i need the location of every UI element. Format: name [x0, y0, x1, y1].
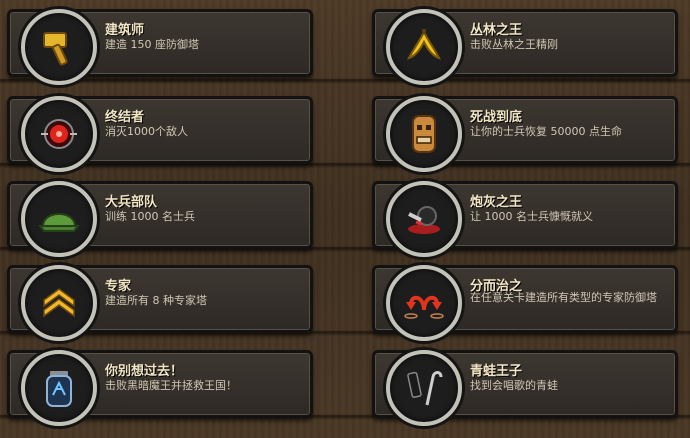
achievement-medal [386, 350, 462, 426]
achievement-card-you-shall-not-pass[interactable]: 你别想过去！ 击败黑暗魔王并拯救王国！ [7, 350, 313, 426]
achievement-medal [21, 265, 97, 341]
achievement-card-architect[interactable]: 建筑师 建造 150 座防御塔 [7, 9, 313, 85]
tiki-idol-icon [412, 115, 436, 153]
achievement-title: 丛林之王 [470, 23, 523, 38]
achievement-desc: 让你的士兵恢复 50000 点生命 [470, 125, 622, 138]
achievement-medal [386, 96, 462, 172]
achievement-desc: 消灭1000个敌人 [105, 125, 188, 138]
fallen-soldier-icon [408, 206, 440, 234]
achievement-desc: 击败黑暗魔王并拯救王国！ [105, 379, 237, 392]
hammer-icon [43, 32, 68, 66]
banana-icon [407, 29, 441, 60]
achievement-desc: 找到会唱歌的青蛙 [470, 379, 558, 392]
achievements-board: 建筑师 建造 150 座防御塔 终结者 消灭1000个敌人 大兵部队 训练 10… [0, 0, 690, 438]
achievement-desc: 训练 1000 名士兵 [105, 210, 195, 223]
achievement-card-army[interactable]: 大兵部队 训练 1000 名士兵 [7, 181, 313, 257]
achievement-card-last-stand[interactable]: 死战到底 让你的士兵恢复 50000 点生命 [372, 96, 678, 172]
achievement-title: 你别想过去！ [105, 364, 184, 379]
helmet-icon [37, 213, 81, 232]
achievement-title: 终结者 [105, 110, 145, 125]
achievement-card-terminator[interactable]: 终结者 消灭1000个敌人 [7, 96, 313, 172]
achievement-card-frog-prince[interactable]: 青蛙王子 找到会唱歌的青蛙 [372, 350, 678, 426]
achievement-title: 专家 [105, 279, 132, 294]
achievement-title: 建筑师 [105, 23, 145, 38]
achievement-card-jungle-king[interactable]: 丛林之王 击败丛林之王精刚 [372, 9, 678, 85]
achievement-desc: 建造所有 8 种专家塔 [105, 294, 207, 307]
achievement-desc: 让 1000 名士兵慷慨就义 [470, 210, 593, 223]
achievement-medal [21, 181, 97, 257]
split-arrows-icon [404, 295, 444, 319]
achievement-medal [21, 9, 97, 85]
achievement-title: 青蛙王子 [470, 364, 523, 379]
achievement-desc: 击败丛林之王精刚 [470, 38, 558, 51]
achievement-medal [386, 181, 462, 257]
achievement-title: 死战到底 [470, 110, 523, 125]
achievement-title: 炮灰之王 [470, 195, 523, 210]
rank-chevron-icon [43, 288, 75, 318]
achievement-card-divide-and-conquer[interactable]: 分而治之 在任意关卡建造所有类型的专家防御塔 [372, 265, 678, 341]
achievement-card-expert[interactable]: 专家 建造所有 8 种专家塔 [7, 265, 313, 341]
achievement-medal [386, 9, 462, 85]
achievement-card-cannon-fodder[interactable]: 炮灰之王 让 1000 名士兵慷慨就义 [372, 181, 678, 257]
frog-cane-icon [407, 371, 443, 406]
target-eye-icon [41, 119, 77, 149]
achievement-medal [386, 265, 462, 341]
achievement-desc: 建造 150 座防御塔 [105, 38, 199, 51]
achievement-medal [21, 96, 97, 172]
achievement-desc: 在任意关卡建造所有类型的专家防御塔 [470, 291, 657, 304]
soul-jar-icon [46, 371, 72, 407]
achievement-medal [21, 350, 97, 426]
achievement-title: 大兵部队 [105, 195, 158, 210]
